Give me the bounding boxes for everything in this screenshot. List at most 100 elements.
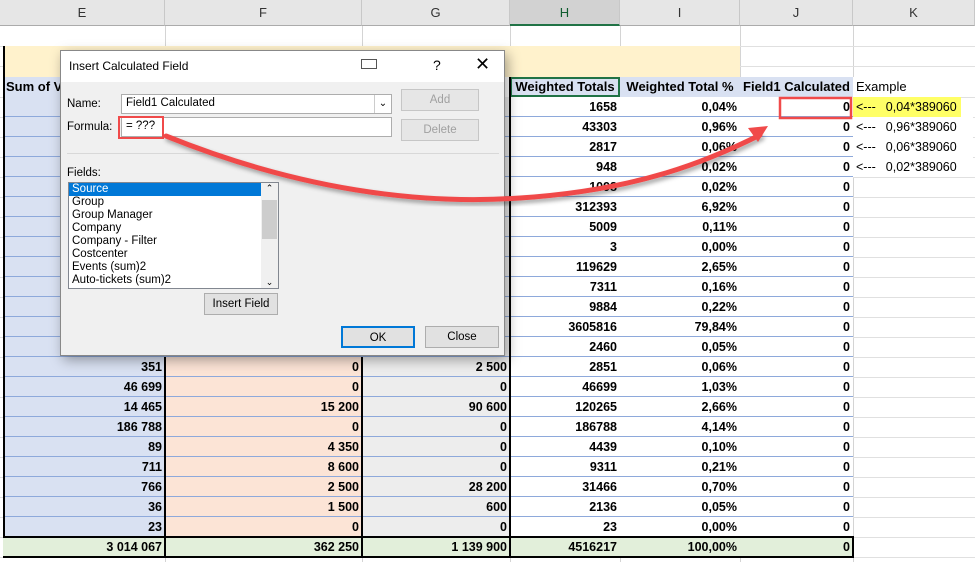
cell-h[interactable]: 2460: [510, 337, 620, 357]
fields-listbox[interactable]: Source Group Group Manager Company Company -…: [68, 182, 279, 289]
delete-button[interactable]: Delete: [401, 119, 479, 141]
cell-j[interactable]: 0: [740, 337, 853, 357]
dialog-titlebar[interactable]: Insert Calculated Field ? ✕: [61, 51, 504, 82]
cell-f[interactable]: 0: [165, 417, 362, 437]
cell-j[interactable]: 0: [740, 97, 853, 117]
field-item[interactable]: Group: [69, 196, 261, 209]
cell-i[interactable]: 0,05%: [620, 337, 740, 357]
cell-e[interactable]: 46 699: [3, 377, 165, 397]
cell-h[interactable]: 186788: [510, 417, 620, 437]
cell-h[interactable]: 43303: [510, 117, 620, 137]
cell-h[interactable]: 2136: [510, 497, 620, 517]
cell-j[interactable]: 0: [740, 137, 853, 157]
cell-h[interactable]: 5009: [510, 217, 620, 237]
cell-h[interactable]: 4439: [510, 437, 620, 457]
help-button[interactable]: ?: [433, 57, 441, 73]
cell-h[interactable]: 31466: [510, 477, 620, 497]
header-i[interactable]: Weighted Total %: [620, 77, 740, 97]
cell-g[interactable]: 0: [362, 417, 510, 437]
cell-i[interactable]: 2,66%: [620, 397, 740, 417]
cell-i[interactable]: 1,03%: [620, 377, 740, 397]
cell-i[interactable]: 6,92%: [620, 197, 740, 217]
cell-e[interactable]: 186 788: [3, 417, 165, 437]
cell-i[interactable]: 4,14%: [620, 417, 740, 437]
cell-i[interactable]: 0,00%: [620, 237, 740, 257]
cell-e[interactable]: 23: [3, 517, 165, 537]
cell-h[interactable]: 948: [510, 157, 620, 177]
example-cell[interactable]: <--- 0,06*389060: [853, 137, 973, 157]
close-button[interactable]: Close: [425, 326, 499, 348]
column-header-g[interactable]: G: [362, 0, 510, 26]
cell-e[interactable]: 36: [3, 497, 165, 517]
cell-i[interactable]: 0,16%: [620, 277, 740, 297]
cell-i[interactable]: 0,06%: [620, 137, 740, 157]
example-cell[interactable]: <--- 0,04*389060: [853, 97, 961, 117]
total-e[interactable]: 3 014 067: [3, 537, 165, 557]
cell-i[interactable]: 0,05%: [620, 497, 740, 517]
cell-f[interactable]: 0: [165, 517, 362, 537]
cell-h[interactable]: 2851: [510, 357, 620, 377]
cell-e[interactable]: 89: [3, 437, 165, 457]
cell-j[interactable]: 0: [740, 177, 853, 197]
cell-i[interactable]: 0,22%: [620, 297, 740, 317]
total-j[interactable]: 0: [740, 537, 853, 557]
field-item[interactable]: Company: [69, 222, 261, 235]
scroll-up-icon[interactable]: ⌃: [261, 183, 278, 197]
cell-i[interactable]: 0,02%: [620, 157, 740, 177]
cell-j[interactable]: 0: [740, 317, 853, 337]
cell-i[interactable]: 0,02%: [620, 177, 740, 197]
cell-i[interactable]: 0,10%: [620, 437, 740, 457]
cell-h[interactable]: 3: [510, 237, 620, 257]
cell-h[interactable]: 46699: [510, 377, 620, 397]
field-item[interactable]: Events (sum)2: [69, 261, 261, 274]
column-header-i[interactable]: I: [620, 0, 740, 26]
field-item[interactable]: Group Manager: [69, 209, 261, 222]
cell-g[interactable]: 2 500: [362, 357, 510, 377]
field-item[interactable]: Source: [69, 183, 261, 196]
cell-h[interactable]: 3605816: [510, 317, 620, 337]
cell-i[interactable]: 0,21%: [620, 457, 740, 477]
field-item[interactable]: Company - Filter: [69, 235, 261, 248]
cell-h[interactable]: 9884: [510, 297, 620, 317]
cell-g[interactable]: 0: [362, 517, 510, 537]
scrollbar[interactable]: ⌃ ⌄: [261, 183, 278, 288]
cell-j[interactable]: 0: [740, 457, 853, 477]
cell-h[interactable]: 2817: [510, 137, 620, 157]
example-cell[interactable]: <--- 0,02*389060: [853, 157, 973, 177]
column-header-k[interactable]: K: [853, 0, 975, 26]
cell-j[interactable]: 0: [740, 357, 853, 377]
cell-j[interactable]: 0: [740, 237, 853, 257]
cell-j[interactable]: 0: [740, 497, 853, 517]
field-item[interactable]: Costcenter: [69, 248, 261, 261]
cell-h[interactable]: 119629: [510, 257, 620, 277]
cell-h[interactable]: 1658: [510, 97, 620, 117]
total-i[interactable]: 100,00%: [620, 537, 740, 557]
header-k[interactable]: Example: [853, 77, 975, 97]
cell-h[interactable]: 312393: [510, 197, 620, 217]
column-header-j[interactable]: J: [740, 0, 853, 26]
cell-j[interactable]: 0: [740, 257, 853, 277]
cell-e[interactable]: 14 465: [3, 397, 165, 417]
cell-h[interactable]: 7311: [510, 277, 620, 297]
insert-field-button[interactable]: Insert Field: [204, 293, 278, 315]
cell-j[interactable]: 0: [740, 277, 853, 297]
cell-h[interactable]: 23: [510, 517, 620, 537]
name-combobox[interactable]: Field1 Calculated ⌄: [121, 94, 392, 114]
cell-g[interactable]: 90 600: [362, 397, 510, 417]
cell-g[interactable]: 600: [362, 497, 510, 517]
cell-g[interactable]: 0: [362, 377, 510, 397]
cell-j[interactable]: 0: [740, 437, 853, 457]
cell-i[interactable]: 0,00%: [620, 517, 740, 537]
cell-i[interactable]: 0,11%: [620, 217, 740, 237]
cell-j[interactable]: 0: [740, 477, 853, 497]
cell-h[interactable]: 1098: [510, 177, 620, 197]
cell-h[interactable]: 9311: [510, 457, 620, 477]
cell-i[interactable]: 0,70%: [620, 477, 740, 497]
cell-i[interactable]: 0,06%: [620, 357, 740, 377]
cell-f[interactable]: 0: [165, 357, 362, 377]
cell-e[interactable]: 766: [3, 477, 165, 497]
cell-g[interactable]: 0: [362, 437, 510, 457]
cell-h[interactable]: 120265: [510, 397, 620, 417]
field-item[interactable]: Auto-tickets (sum)2: [69, 274, 261, 287]
cell-j[interactable]: 0: [740, 397, 853, 417]
